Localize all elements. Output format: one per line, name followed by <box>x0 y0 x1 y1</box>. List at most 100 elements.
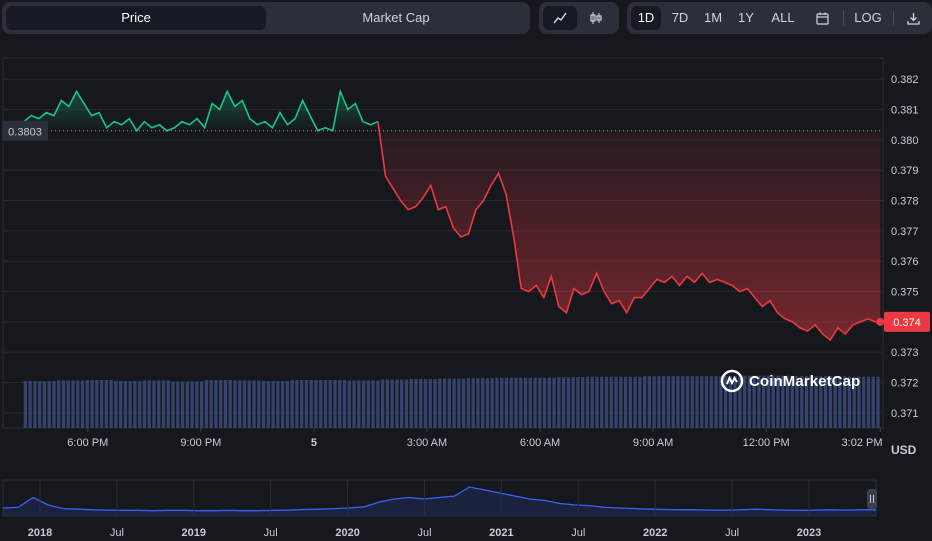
volume-bar <box>457 378 461 428</box>
volume-bar <box>542 377 547 428</box>
volume-bar <box>95 380 99 428</box>
volume-bar <box>685 376 690 428</box>
volume-bar <box>300 380 304 428</box>
volume-bar <box>500 377 504 428</box>
volume-bar <box>619 376 623 428</box>
volume-bar <box>328 380 332 428</box>
volume-bar <box>204 380 209 428</box>
coinmarketcap-logo-icon <box>720 369 744 393</box>
volume-bar <box>128 380 132 428</box>
x-tick-label: 5 <box>311 437 317 449</box>
volume-bar <box>638 376 642 428</box>
volume-bar <box>447 378 451 428</box>
volume-bar <box>485 378 490 428</box>
volume-bar <box>33 380 37 428</box>
volume-bar <box>876 376 880 428</box>
navigator-tick-label: 2021 <box>489 527 513 539</box>
volume-bar <box>295 380 299 428</box>
volume-bar <box>700 376 704 428</box>
navigator-handle[interactable] <box>867 489 877 509</box>
volume-bar <box>333 380 337 428</box>
current-price-dot <box>876 317 885 326</box>
volume-bar <box>471 378 475 428</box>
volume-bar <box>404 379 409 428</box>
volume-bar <box>666 376 671 428</box>
volume-bar <box>118 380 123 428</box>
volume-bar <box>138 380 142 428</box>
y-tick-label: 0.377 <box>891 226 919 238</box>
volume-bar <box>390 379 394 428</box>
volume-bar <box>242 380 247 428</box>
volume-bar <box>395 379 399 428</box>
volume-bar <box>690 376 694 428</box>
volume-bar <box>385 379 390 428</box>
up-area-fill <box>23 91 378 131</box>
volume-bar <box>642 376 647 428</box>
volume-bar <box>695 376 699 428</box>
volume-bar <box>609 376 613 428</box>
volume-bar <box>171 381 175 428</box>
volume-bar <box>380 379 385 428</box>
volume-bar <box>66 380 70 428</box>
volume-bar <box>461 378 466 428</box>
volume-bar <box>357 380 361 428</box>
volume-bar <box>647 376 652 428</box>
volume-bar <box>247 380 251 428</box>
watermark-text: CoinMarketCap <box>749 372 861 390</box>
y-tick-label: 0.380 <box>891 135 919 147</box>
volume-bar <box>142 380 147 428</box>
volume-bar <box>547 377 551 428</box>
y-tick-label: 0.375 <box>891 287 919 299</box>
volume-bar <box>600 376 604 428</box>
volume-bar <box>76 380 80 428</box>
range-navigator[interactable]: 2018 Jul 2019 Jul 2020 Jul 2021 Jul 2022 Jul 2023 <box>0 476 932 541</box>
volume-bar <box>71 380 75 428</box>
y-axis: 0.382 0.381 0.380 0.379 0.378 0.377 0.376 0.375… <box>884 74 930 420</box>
volume-bar <box>266 380 270 428</box>
volume-bar <box>557 377 561 428</box>
volume-bar <box>566 377 571 428</box>
volume-bar <box>42 380 47 428</box>
volume-bar <box>352 380 356 428</box>
volume-bar <box>228 380 232 428</box>
x-tick-label: 3:02 PM <box>842 437 883 449</box>
price-chart[interactable]: 0.3803 0.3820.3810.3800.3790.3780.3770.3… <box>0 0 932 476</box>
volume-bar <box>133 380 137 428</box>
reference-label: 0.3803 <box>8 126 42 138</box>
volume-bar <box>476 378 480 428</box>
volume-bar <box>347 380 351 428</box>
volume-bar <box>47 380 51 428</box>
volume-bar <box>80 380 85 428</box>
volume-bar <box>261 380 266 428</box>
volume-bar <box>85 380 89 428</box>
volume-bar <box>319 380 323 428</box>
volume-bar <box>99 380 104 428</box>
navigator-area <box>3 487 876 516</box>
navigator-tick-label: 2023 <box>797 527 821 539</box>
volume-bar <box>23 380 28 428</box>
volume-bar <box>428 379 432 428</box>
volume-bar <box>209 380 213 428</box>
volume-bar <box>571 377 575 428</box>
volume-bar <box>590 376 594 428</box>
volume-bar <box>871 376 875 428</box>
volume-bar <box>419 379 423 428</box>
y-tick-label: 0.378 <box>891 196 919 208</box>
volume-bar <box>676 376 680 428</box>
volume-bar <box>657 376 661 428</box>
volume-bar <box>114 380 118 428</box>
volume-bar <box>466 378 471 428</box>
navigator-tick-label: 2018 <box>28 527 52 539</box>
volume-bar <box>433 379 437 428</box>
volume-bar <box>309 380 313 428</box>
volume-bar <box>481 378 485 428</box>
volume-bar <box>490 378 494 428</box>
volume-bar <box>704 376 709 428</box>
navigator-tick-label: Jul <box>264 527 278 539</box>
volume-bar <box>323 380 328 428</box>
volume-bar <box>528 377 532 428</box>
navigator-tick-label: Jul <box>417 527 431 539</box>
volume-bar <box>280 380 285 428</box>
volume-bar <box>61 380 66 428</box>
volume-bar <box>38 380 42 428</box>
